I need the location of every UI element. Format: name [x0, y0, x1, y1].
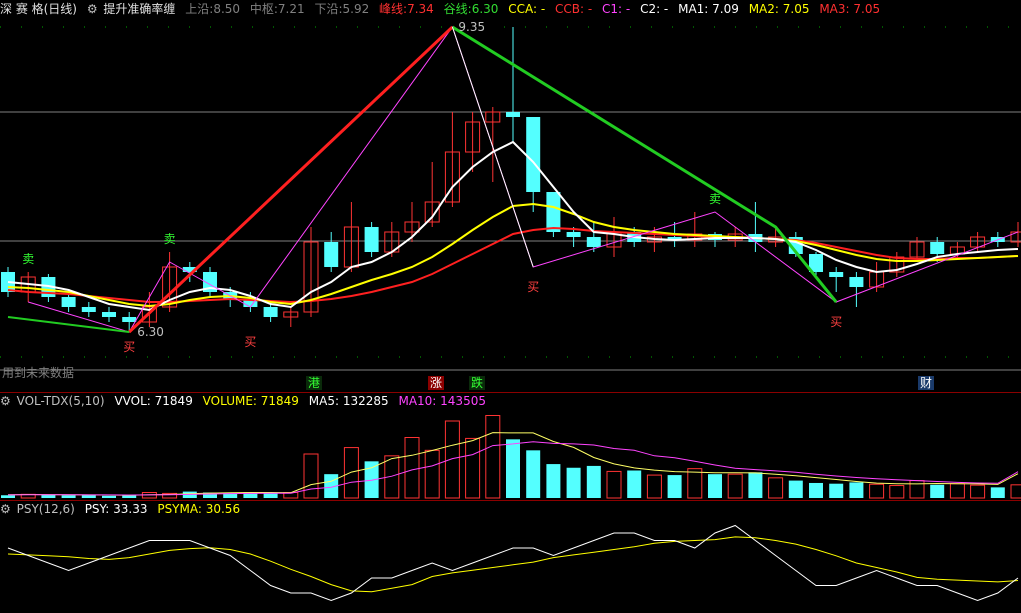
- candle-body-down: [102, 312, 116, 317]
- low-price-label: 6.30: [137, 325, 164, 339]
- volume-bar-down: [748, 472, 763, 498]
- volume-bar-down: [506, 439, 520, 498]
- sell-signal: 卖: [164, 232, 176, 246]
- volume-bar-up: [869, 483, 885, 499]
- volume-bar-up: [343, 447, 359, 499]
- sell-signal: 卖: [709, 192, 721, 206]
- buy-signal: 买: [244, 335, 256, 349]
- buy-signal: 买: [123, 340, 135, 354]
- ma3-line: [7, 226, 1019, 304]
- peak-rise-line: [128, 25, 454, 334]
- volume-bar-down: [122, 495, 137, 498]
- volume-bar-down: [849, 482, 864, 498]
- valley-line: [7, 316, 130, 333]
- candle-body-down: [586, 237, 601, 247]
- volume-bar-up: [970, 484, 986, 499]
- candle-body-down: [526, 117, 541, 192]
- volume-bar-down: [566, 467, 581, 498]
- volume-bar-down: [829, 483, 844, 498]
- volume-bar-up: [485, 415, 501, 499]
- candle-body-down: [546, 192, 561, 232]
- zigzag-white-line: [451, 26, 534, 268]
- ma1-line: [7, 140, 1019, 312]
- volume-bar-down: [263, 493, 278, 498]
- volume-bar-up: [949, 483, 965, 499]
- candle-body-down: [930, 242, 945, 254]
- volume-bar-down: [809, 482, 823, 498]
- volume-bar-up: [444, 420, 460, 499]
- volume-bar-down: [930, 484, 945, 498]
- buy-signal: 买: [830, 315, 842, 329]
- volume-bar-up: [606, 470, 622, 499]
- volume-bar-down: [102, 495, 116, 498]
- sell-signal: 卖: [22, 252, 34, 266]
- candle-body-down: [61, 297, 76, 307]
- volume-bar-up: [465, 437, 481, 499]
- candle-body-down: [849, 277, 864, 287]
- kline-chart[interactable]: 9.356.30卖卖卖买 买买买: [0, 0, 1021, 613]
- volume-bar-up: [424, 449, 440, 499]
- candle-body-down: [506, 112, 520, 117]
- volume-bar-down: [667, 475, 682, 498]
- volume-bar-up: [1010, 484, 1021, 499]
- volume-bar-up: [404, 437, 420, 499]
- volume-bar-down: [788, 480, 803, 498]
- candle-body-down: [364, 227, 379, 252]
- psyma-line: [7, 536, 1019, 593]
- volume-bar-down: [990, 487, 1005, 498]
- buy-signal: 买: [527, 280, 539, 294]
- high-price-label: 9.35: [458, 20, 485, 34]
- volume-bar-down: [526, 450, 541, 498]
- volume-bar-up: [909, 480, 925, 499]
- candle-body-down: [263, 307, 278, 317]
- volume-bar-down: [546, 464, 561, 498]
- peak-fall-line: [451, 25, 838, 303]
- volume-bar-down: [627, 470, 642, 498]
- volume-bar-down: [1, 495, 15, 498]
- volume-bar-up: [303, 453, 319, 499]
- volume-bar-up: [687, 468, 703, 499]
- candle-body-down: [566, 232, 581, 237]
- volume-bar-up: [768, 477, 784, 499]
- volume-bar-up: [889, 485, 905, 499]
- candle-body-down: [829, 272, 844, 277]
- volume-bar-up: [727, 473, 743, 499]
- volume-bar-up: [646, 474, 662, 499]
- psy-line: [7, 524, 1019, 602]
- candle-body-down: [324, 242, 339, 267]
- candle-body-down: [81, 307, 96, 312]
- volume-bar-down: [61, 495, 76, 498]
- candle-body-down: [122, 317, 137, 322]
- volume-bar-down: [586, 465, 601, 498]
- volume-bar-down: [708, 474, 722, 498]
